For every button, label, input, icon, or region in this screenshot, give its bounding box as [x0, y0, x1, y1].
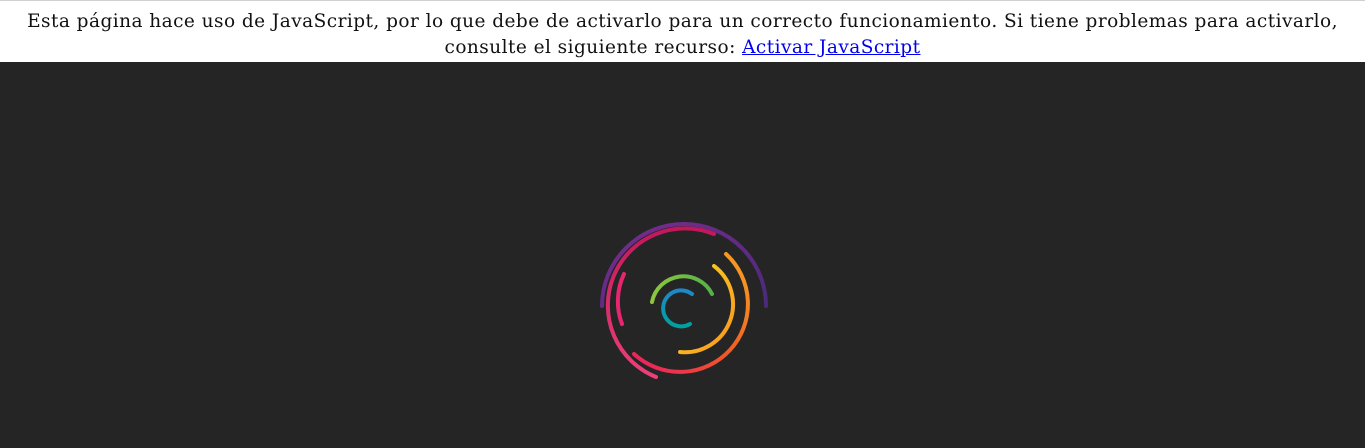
activate-javascript-link[interactable]: Activar JavaScript [742, 37, 920, 58]
loading-spinner-icon [600, 222, 768, 379]
notice-line-2-text: consulte el siguiente recurso: [444, 37, 743, 58]
spinner-ring-third-b [615, 272, 626, 326]
notice-line-2: consulte el siguiente recurso: Activar J… [0, 35, 1365, 61]
notice-line-1: Esta página hace uso de JavaScript, por … [27, 11, 1338, 32]
spinner-ring-core [661, 288, 694, 329]
spinner-ring-outer [600, 222, 768, 308]
javascript-notice-banner: Esta página hace uso de JavaScript, por … [0, 0, 1365, 62]
loading-screen [0, 62, 1365, 448]
spinner-ring-fourth [678, 264, 736, 355]
